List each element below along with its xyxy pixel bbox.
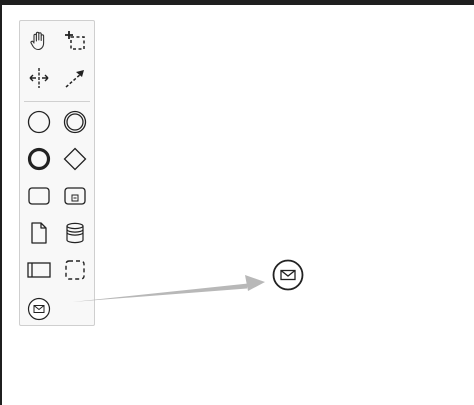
data-store-icon (66, 222, 84, 244)
lasso-icon (65, 31, 85, 50)
window-top-bar (0, 0, 474, 5)
data-object-icon (31, 222, 47, 244)
group-tool[interactable] (57, 252, 93, 288)
connect-icon (65, 70, 84, 88)
task-tool[interactable] (21, 178, 57, 214)
space-tool[interactable] (21, 60, 57, 96)
space-tool-icon (29, 68, 49, 88)
data-object-tool[interactable] (21, 215, 57, 251)
message-event-icon (27, 297, 51, 321)
end-event-tool[interactable] (21, 141, 57, 177)
pool-icon (27, 262, 51, 278)
subprocess-icon (64, 187, 86, 205)
message-event-tool[interactable] (21, 291, 57, 327)
gateway-tool[interactable] (57, 141, 93, 177)
start-event-icon (27, 110, 51, 134)
hand-icon (30, 31, 45, 51)
task-icon (28, 187, 50, 205)
message-event-icon (272, 259, 304, 291)
group-icon (65, 260, 85, 280)
hand-tool[interactable] (21, 23, 57, 59)
palette-separator (24, 101, 90, 102)
tool-palette (19, 20, 95, 326)
end-event-icon (27, 147, 51, 171)
lasso-tool[interactable] (57, 23, 93, 59)
gateway-icon (63, 147, 87, 171)
window-left-border (0, 5, 2, 405)
subprocess-tool[interactable] (57, 178, 93, 214)
pool-tool[interactable] (21, 252, 57, 288)
start-event-tool[interactable] (21, 104, 57, 140)
global-connect-tool[interactable] (57, 60, 93, 96)
canvas-message-event[interactable] (271, 258, 305, 292)
intermediate-event-tool[interactable] (57, 104, 93, 140)
data-store-tool[interactable] (57, 215, 93, 251)
intermediate-event-icon (63, 110, 87, 134)
